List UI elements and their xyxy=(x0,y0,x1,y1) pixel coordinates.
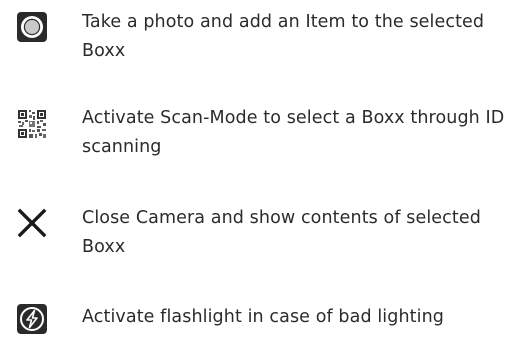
legend-item-label: Activate Scan-Mode to select a Boxx thro… xyxy=(82,108,505,157)
shutter-icon xyxy=(17,12,47,42)
flash-icon xyxy=(17,304,47,334)
qr-code-icon xyxy=(17,109,47,139)
legend-item-label: Close Camera and show contents of select… xyxy=(82,208,481,257)
legend-item-label: Take a photo and add an Item to the sele… xyxy=(82,12,485,61)
close-icon xyxy=(17,208,47,238)
legend-item-label: Activate flashlight in case of bad light… xyxy=(82,307,444,327)
